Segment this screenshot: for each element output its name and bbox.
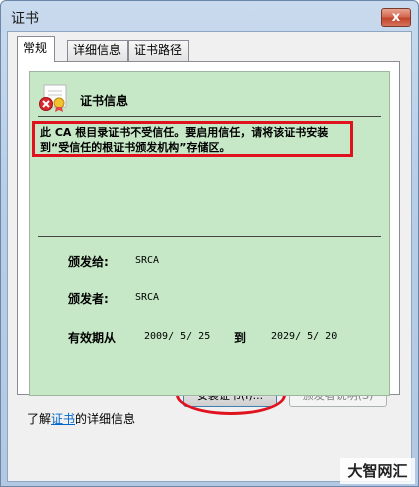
- issued-to-label: 颁发给:: [68, 255, 109, 269]
- certificate-info-panel: 证书信息 此 CA 根目录证书不受信任。要启用信任，请将该证书安装到“受信任的根…: [29, 71, 390, 396]
- certificate-error-icon: [38, 83, 70, 113]
- watermark-logo: 大智网汇: [340, 458, 415, 484]
- dialog-body: 常规 详细信息 证书路径 证书信息 此 CA 根目录证书不受信任。要启用信任，请…: [7, 31, 412, 482]
- learn-more-text: 了解证书的详细信息: [27, 410, 135, 427]
- tab-general[interactable]: 常规: [17, 36, 55, 62]
- learn-more-suffix: 的详细信息: [75, 412, 136, 426]
- divider: [38, 236, 381, 237]
- valid-to-label: 到: [234, 331, 247, 345]
- valid-to-value: 2029/ 5/ 20: [271, 331, 338, 342]
- divider: [38, 116, 381, 117]
- general-tab-panel: 证书信息 此 CA 根目录证书不受信任。要启用信任，请将该证书安装到“受信任的根…: [17, 61, 400, 396]
- issued-by-value: SRCA: [135, 292, 160, 303]
- valid-from-label: 有效期从: [68, 331, 117, 345]
- window-title: 证书: [11, 11, 39, 27]
- tab-certification-path[interactable]: 证书路径: [128, 40, 189, 61]
- certificate-info-title: 证书信息: [80, 94, 129, 108]
- issued-by-label: 颁发者:: [68, 292, 109, 306]
- learn-more-prefix: 了解: [27, 412, 52, 426]
- certificates-link[interactable]: 证书: [51, 412, 75, 426]
- valid-from-value: 2009/ 5/ 25: [144, 331, 211, 342]
- issued-to-value: SRCA: [135, 255, 160, 266]
- tab-details[interactable]: 详细信息: [67, 40, 128, 61]
- close-button[interactable]: x: [381, 8, 411, 27]
- untrusted-warning-text: 此 CA 根目录证书不受信任。要启用信任，请将该证书安装到“受信任的根证书颁发机…: [32, 121, 353, 157]
- certificate-dialog: 证书 x 常规 详细信息 证书路径 证书信息 此 CA 根目录证书不受信任。要启…: [0, 0, 419, 487]
- title-bar[interactable]: 证书 x: [1, 1, 418, 31]
